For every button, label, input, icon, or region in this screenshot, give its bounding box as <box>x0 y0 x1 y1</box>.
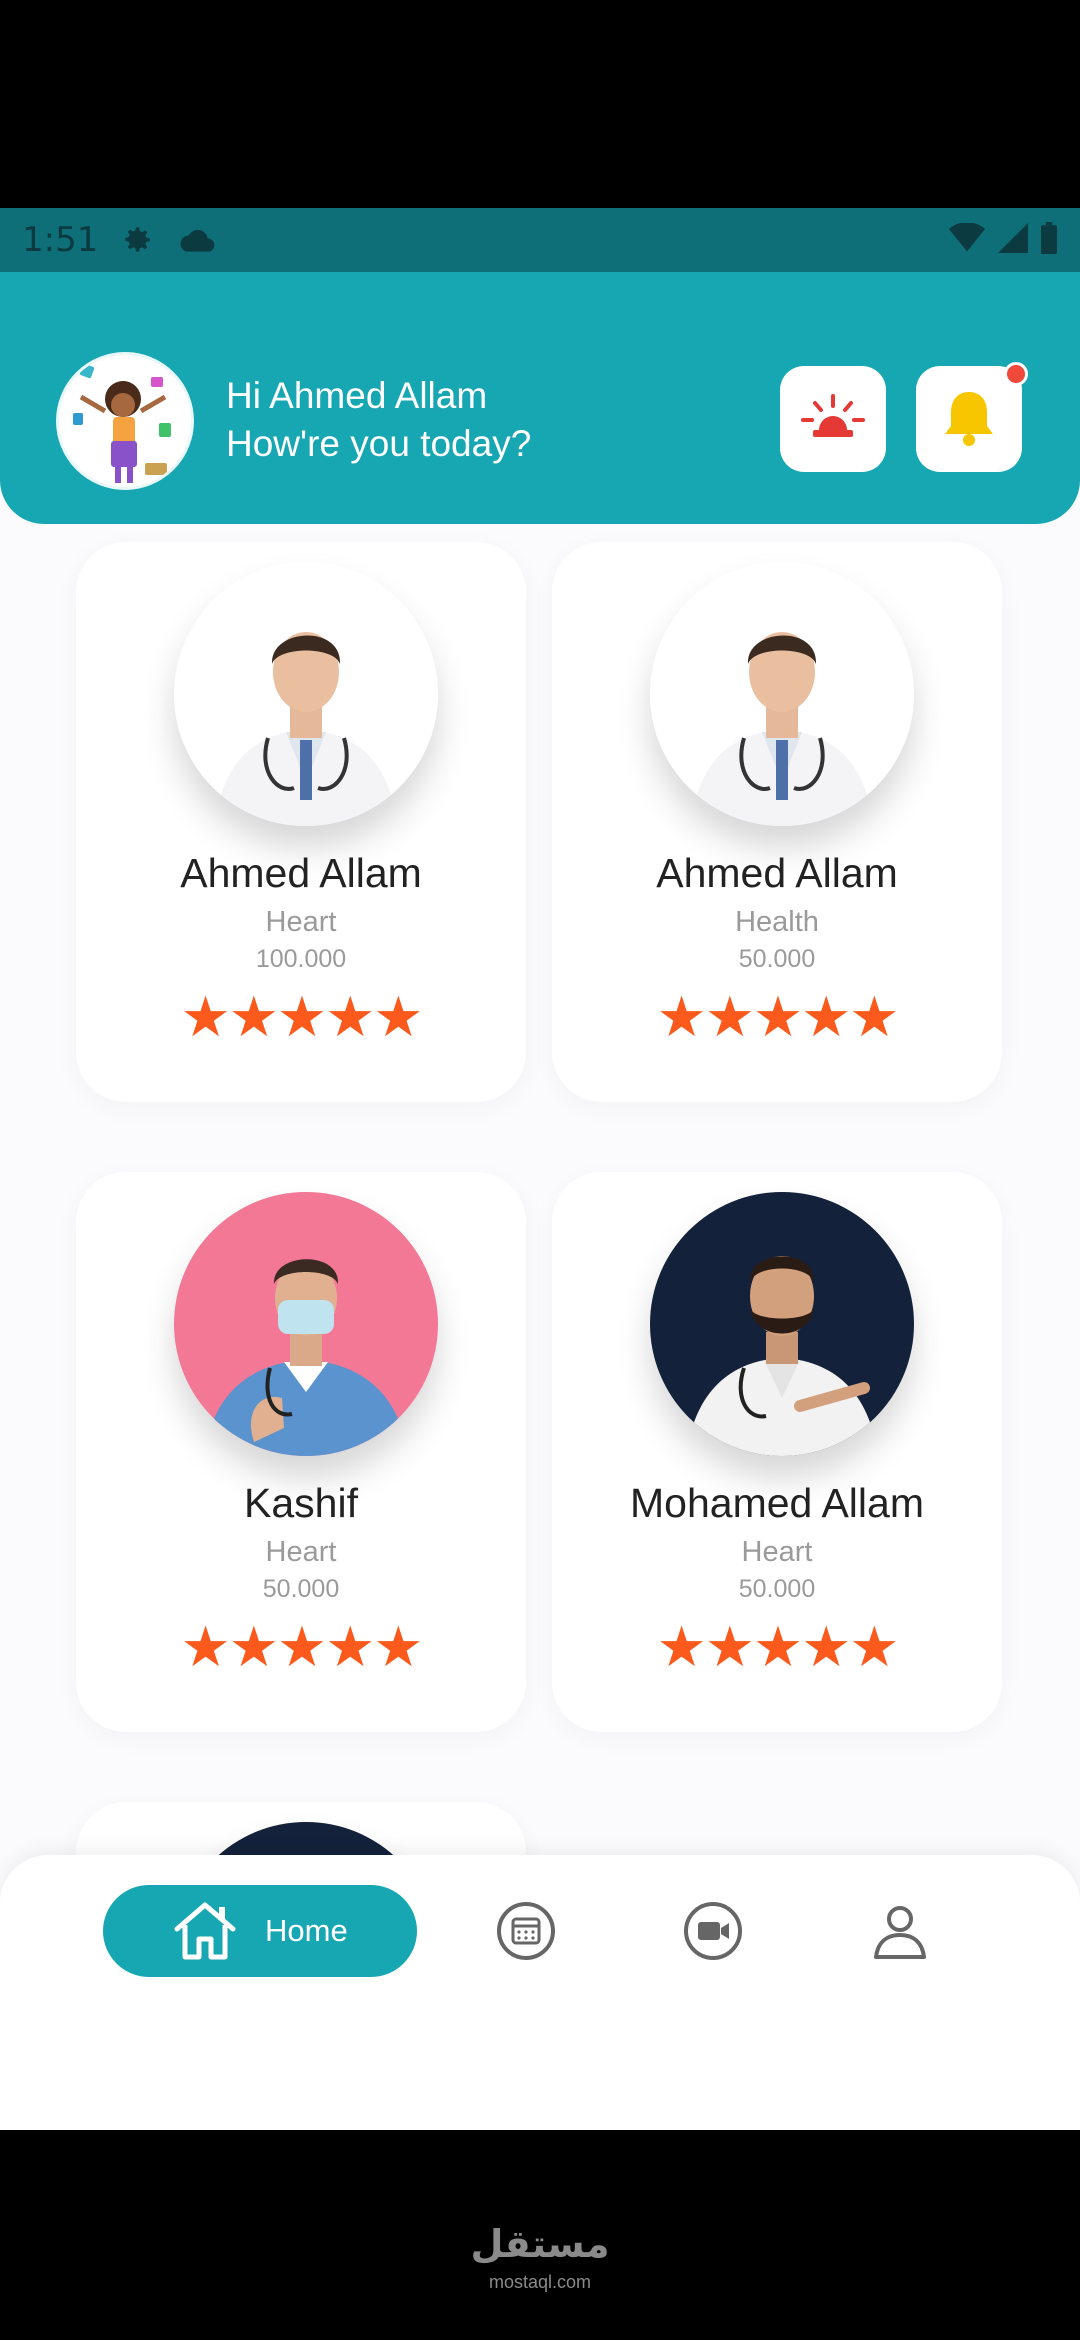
doctor-price: 100.000 <box>255 945 347 973</box>
greeting-subtext: How're you today? <box>226 423 532 464</box>
doctor-name: Ahmed Allam <box>180 850 422 896</box>
rating-stars: ★★★★★ <box>180 1615 423 1680</box>
nav-calendar-button[interactable] <box>496 1901 556 1966</box>
doctor-card[interactable]: Ahmed Allam Heart 100.000 ★★★★★ <box>76 542 526 1102</box>
bottom-navigation: Home <box>0 1855 1080 2130</box>
settings-gear-icon <box>120 223 154 257</box>
rating-stars: ★★★★★ <box>656 985 899 1050</box>
greeting-text: Hi Ahmed Allam <box>226 375 488 416</box>
nav-video-call-button[interactable] <box>683 1901 743 1966</box>
greeting-block: Hi Ahmed Allam How're you today? <box>226 372 531 468</box>
profile-icon <box>870 1901 930 1966</box>
user-avatar[interactable] <box>56 352 194 490</box>
nav-profile-button[interactable] <box>870 1903 930 1963</box>
doctor-name: Kashif <box>244 1480 358 1526</box>
siren-icon <box>801 392 865 447</box>
doctor-card[interactable]: Ahmed Allam Health 50.000 ★★★★★ <box>552 542 1002 1102</box>
status-right-icons <box>948 221 1058 259</box>
bell-icon <box>942 388 996 451</box>
app-screen: Hi Ahmed Allam How're you today? Ahmed A… <box>0 272 1080 2130</box>
doctor-photo <box>650 1192 914 1456</box>
battery-icon <box>1040 221 1058 259</box>
status-time: 1:51 <box>22 220 99 260</box>
doctor-photo <box>174 562 438 826</box>
status-bar: 1:51 <box>0 208 1080 272</box>
top-letterbox <box>0 0 1080 208</box>
doctor-photo <box>174 1192 438 1456</box>
emergency-button[interactable] <box>780 366 886 472</box>
calendar-icon <box>496 1901 556 1966</box>
watermark-latin: mostaql.com <box>488 2272 592 2292</box>
nav-home-button[interactable]: Home <box>103 1885 417 1977</box>
doctor-card[interactable]: Mohamed Allam Heart 50.000 ★★★★★ <box>552 1172 1002 1732</box>
doctor-specialty: Health <box>735 906 819 938</box>
signal-icon <box>998 222 1028 258</box>
notification-badge <box>1004 362 1028 386</box>
doctor-price: 50.000 <box>738 1575 816 1603</box>
watermark-arabic: مستقل <box>470 2224 610 2266</box>
nav-home-label: Home <box>265 1913 348 1948</box>
video-call-icon <box>683 1901 743 1966</box>
doctor-name: Mohamed Allam <box>630 1480 924 1526</box>
rating-stars: ★★★★★ <box>180 985 423 1050</box>
doctor-photo <box>650 562 914 826</box>
header: Hi Ahmed Allam How're you today? <box>0 272 1080 524</box>
rating-stars: ★★★★★ <box>656 1615 899 1680</box>
wifi-icon <box>948 221 986 258</box>
doctor-name: Ahmed Allam <box>656 850 898 896</box>
doctor-price: 50.000 <box>738 945 816 973</box>
doctor-specialty: Heart <box>265 906 337 938</box>
doctor-card[interactable]: Kashif Heart 50.000 ★★★★★ <box>76 1172 526 1732</box>
doctor-specialty: Heart <box>741 1536 813 1568</box>
cloud-icon <box>176 225 216 255</box>
home-icon <box>171 1899 239 1969</box>
doctor-price: 50.000 <box>262 1575 340 1603</box>
notifications-button[interactable] <box>916 362 1028 472</box>
doctor-specialty: Heart <box>265 1536 337 1568</box>
